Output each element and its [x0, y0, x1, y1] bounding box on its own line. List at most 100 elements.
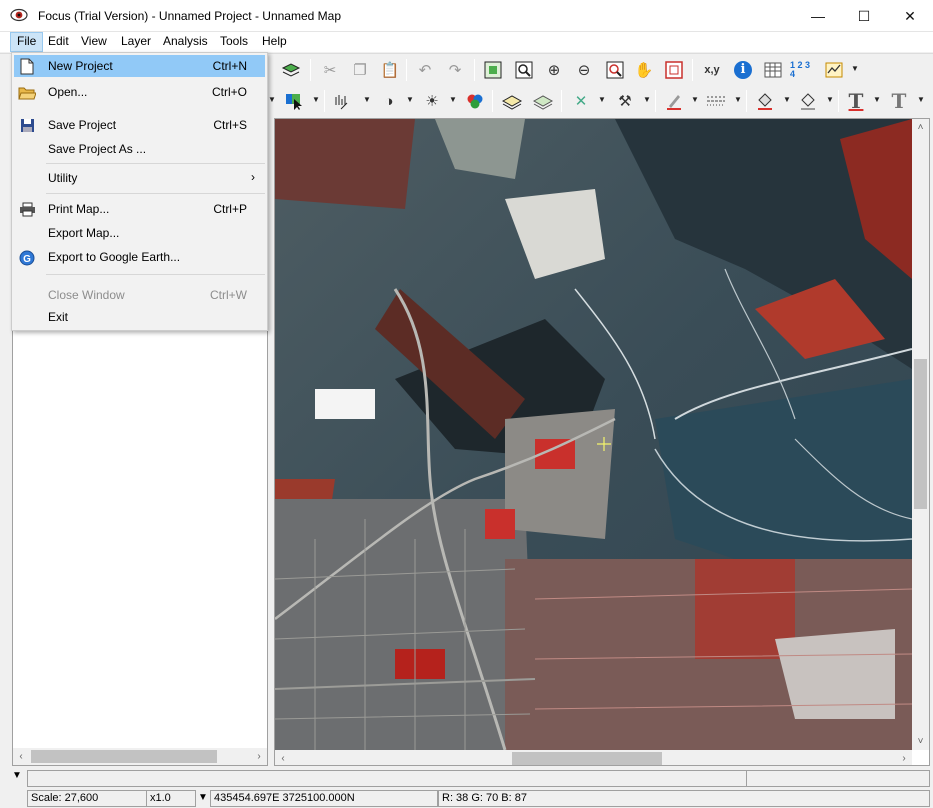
coordinate-dropdown-icon[interactable]: ▼ — [198, 792, 208, 803]
zoom-out-icon[interactable]: ⊖ — [571, 57, 597, 83]
maximize-button[interactable]: ☐ — [841, 0, 887, 32]
dropdown-icon[interactable]: ▼ — [598, 95, 606, 104]
undo-icon[interactable]: ↶ — [412, 57, 438, 83]
cut-icon[interactable]: ✂ — [317, 57, 343, 83]
measure-icon[interactable]: ✕ — [568, 88, 594, 114]
text-style-icon[interactable]: T — [886, 88, 912, 114]
dropdown-icon[interactable]: ▼ — [643, 95, 651, 104]
menu-edit[interactable]: Edit — [42, 32, 75, 52]
menu-tools[interactable]: Tools — [214, 32, 254, 52]
menu-close-window: Close Window Ctrl+W — [48, 288, 247, 302]
dropdown-icon[interactable]: ▼ — [363, 95, 371, 104]
horizontal-scroll-thumb[interactable] — [512, 752, 662, 765]
dropdown-icon[interactable]: ▼ — [734, 95, 742, 104]
menu-export-google-earth[interactable]: G Export to Google Earth... — [14, 246, 265, 268]
menu-open[interactable]: Open... Ctrl+O — [14, 81, 265, 103]
scroll-left-arrow[interactable]: ‹ — [13, 748, 29, 765]
pen-icon[interactable] — [661, 88, 687, 114]
copy-icon[interactable]: ❐ — [347, 57, 373, 83]
scroll-left-arrow[interactable]: ‹ — [275, 750, 291, 765]
map-view[interactable]: ˄ ˅ ‹ › — [274, 118, 930, 766]
save-disk-icon — [18, 117, 36, 134]
eye-app-icon — [10, 8, 28, 22]
layer-stack-icon[interactable] — [499, 88, 525, 114]
paste-icon[interactable]: 📋 — [377, 57, 403, 83]
text-color-icon[interactable]: T — [843, 88, 869, 114]
toolbar-separator — [310, 59, 311, 81]
tools-icon[interactable]: ⚒ — [612, 88, 638, 114]
status-message-field — [27, 770, 747, 787]
menu-view[interactable]: View — [75, 32, 113, 52]
fill-bucket-outline-icon[interactable] — [795, 88, 821, 114]
dropdown-icon[interactable]: ▼ — [783, 95, 791, 104]
layers-icon[interactable] — [278, 57, 304, 83]
layer-stack-green-icon[interactable] — [530, 88, 556, 114]
map-vertical-scrollbar[interactable]: ˄ ˅ — [912, 119, 929, 750]
rgb-channels-icon[interactable] — [462, 88, 488, 114]
dropdown-icon[interactable]: ▼ — [312, 95, 320, 104]
pixel-value-field: R: 38 G: 70 B: 87 — [438, 790, 930, 807]
map-horizontal-scrollbar[interactable]: ‹ › — [275, 750, 912, 765]
menu-analysis[interactable]: Analysis — [157, 32, 214, 52]
toolbar-separator — [692, 59, 693, 81]
toolbar-separator — [474, 59, 475, 81]
chart-dropdown-icon[interactable]: ▼ — [851, 64, 859, 73]
minimize-button[interactable]: — — [795, 0, 841, 32]
scroll-right-arrow[interactable]: › — [251, 748, 267, 765]
select-pointer-icon[interactable] — [281, 88, 307, 114]
scroll-up-arrow[interactable]: ˄ — [912, 119, 929, 136]
panel-expander-icon[interactable]: ▼ — [12, 770, 22, 781]
scroll-thumb[interactable] — [31, 750, 217, 763]
satellite-image[interactable] — [275, 119, 912, 750]
line-style-icon[interactable] — [703, 88, 729, 114]
scroll-down-arrow[interactable]: ˅ — [912, 733, 929, 750]
dropdown-icon[interactable]: ▼ — [449, 95, 457, 104]
dropdown-icon[interactable]: ▼ — [826, 95, 834, 104]
menu-new-project[interactable]: New Project Ctrl+N — [14, 55, 265, 77]
dropdown-icon[interactable]: ▼ — [691, 95, 699, 104]
table-icon[interactable] — [760, 57, 786, 83]
toolbar-separator — [406, 59, 407, 81]
dropdown-icon[interactable]: ▼ — [917, 95, 925, 104]
scroll-right-arrow[interactable]: › — [896, 750, 912, 765]
panel-horizontal-scrollbar[interactable]: ‹ › — [13, 748, 267, 765]
toolbar-separator — [492, 90, 493, 112]
brightness-icon[interactable]: ☀ — [419, 88, 445, 114]
menu-help[interactable]: Help — [256, 32, 293, 52]
chart-icon[interactable] — [821, 57, 847, 83]
redo-icon[interactable]: ↷ — [442, 57, 468, 83]
vertical-scroll-thumb[interactable] — [914, 359, 927, 509]
coordinates-icon[interactable]: x,y — [699, 57, 725, 83]
zoom-window-icon[interactable] — [511, 57, 537, 83]
toolbar-separator — [655, 90, 656, 112]
dropdown-icon[interactable]: ▼ — [406, 95, 414, 104]
dropdown-icon[interactable]: ▼ — [268, 95, 276, 104]
menu-exit[interactable]: Exit — [14, 306, 265, 328]
menu-bar: File Edit View Layer Analysis Tools Help — [0, 32, 933, 52]
numbering-icon[interactable]: 1 2 3 4 — [790, 57, 812, 83]
file-menu-dropdown: New Project Ctrl+N Open... Ctrl+O Save P… — [11, 52, 268, 331]
zoom-box-icon[interactable] — [602, 57, 628, 83]
close-button[interactable]: ✕ — [887, 0, 933, 32]
new-document-icon — [18, 58, 36, 75]
contrast-icon[interactable]: ◑ — [376, 88, 402, 114]
menu-layer[interactable]: Layer — [115, 32, 157, 52]
menu-export-map[interactable]: Export Map... — [14, 222, 265, 244]
pan-hand-icon[interactable]: ✋ — [631, 57, 657, 83]
menu-save-project-as[interactable]: Save Project As ... — [14, 138, 265, 160]
menu-utility[interactable]: Utility › — [14, 167, 265, 189]
zoom-in-icon[interactable]: ⊕ — [541, 57, 567, 83]
info-icon[interactable]: i — [730, 57, 756, 83]
menu-print-map[interactable]: Print Map... Ctrl+P — [14, 198, 265, 220]
menu-save-project[interactable]: Save Project Ctrl+S — [14, 114, 265, 136]
histogram-icon[interactable] — [331, 88, 357, 114]
menu-separator — [46, 193, 265, 194]
menu-file[interactable]: File — [10, 32, 44, 52]
printer-icon — [18, 201, 36, 218]
roam-icon[interactable] — [661, 57, 687, 83]
toolbar-separator — [324, 90, 325, 112]
fill-bucket-icon[interactable] — [752, 88, 778, 114]
coordinates-field: 435454.697E 3725100.000N — [210, 790, 438, 807]
dropdown-icon[interactable]: ▼ — [873, 95, 881, 104]
zoom-extent-icon[interactable] — [480, 57, 506, 83]
